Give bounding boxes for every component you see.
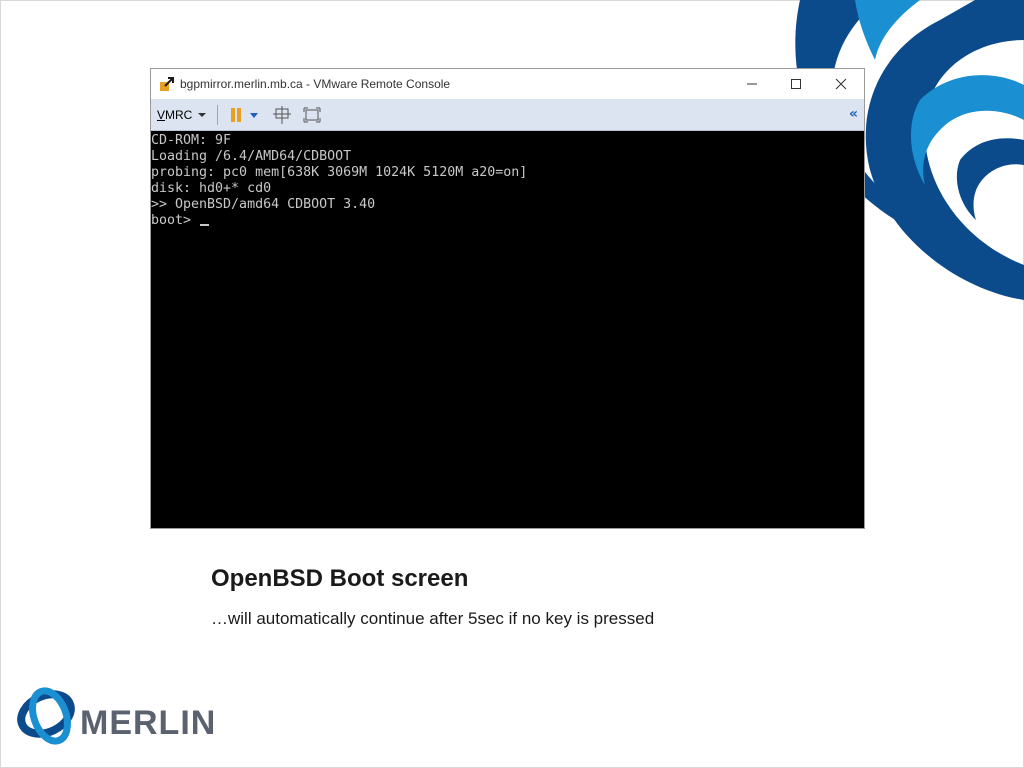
console-prompt-line: boot> xyxy=(151,213,210,229)
merlin-logo-text: MERLIN xyxy=(80,704,217,742)
vmrc-menu-label: MRC xyxy=(165,108,193,122)
vmrc-app-icon xyxy=(160,77,174,91)
console-line-5: >> OpenBSD/amd64 CDBOOT 3.40 xyxy=(151,197,376,212)
close-button[interactable] xyxy=(819,69,863,99)
maximize-button[interactable] xyxy=(774,69,818,99)
pause-icon[interactable] xyxy=(227,106,245,124)
minimize-button[interactable] xyxy=(730,69,774,99)
chevron-down-icon xyxy=(198,113,207,117)
close-icon xyxy=(835,78,847,90)
vmrc-menu-accelerator: V xyxy=(157,108,166,122)
vm-console[interactable]: CD-ROM: 9F Loading /6.4/AMD64/CDBOOT pro… xyxy=(151,131,864,528)
window-title: bgpmirror.merlin.mb.ca - VMware Remote C… xyxy=(180,77,451,91)
send-ctrl-alt-del-icon[interactable] xyxy=(273,106,291,124)
caption-title: OpenBSD Boot screen xyxy=(211,565,469,592)
slide: bgpmirror.merlin.mb.ca - VMware Remote C… xyxy=(0,0,1024,768)
window-titlebar[interactable]: bgpmirror.merlin.mb.ca - VMware Remote C… xyxy=(151,69,864,99)
maximize-icon xyxy=(791,79,801,89)
toolbar-separator xyxy=(217,105,218,125)
text-cursor xyxy=(200,224,210,226)
collapse-toolbar-icon[interactable]: « xyxy=(849,106,858,122)
caption-subtitle: …will automatically continue after 5sec … xyxy=(211,609,655,628)
power-dropdown-arrow-icon[interactable] xyxy=(248,106,260,124)
vmrc-window: bgpmirror.merlin.mb.ca - VMware Remote C… xyxy=(150,68,865,529)
vmrc-toolbar: V MRC « xyxy=(151,99,864,131)
console-line-3: probing: pc0 mem[638K 3069M 1024K 5120M … xyxy=(151,165,528,180)
minimize-icon xyxy=(747,83,757,85)
vmrc-menu-button[interactable]: V MRC xyxy=(157,105,208,125)
console-line-1: CD-ROM: 9F xyxy=(151,133,232,148)
console-line-4: disk: hd0+* cd0 xyxy=(151,181,272,196)
console-line-2: Loading /6.4/AMD64/CDBOOT xyxy=(151,149,352,164)
fullscreen-icon[interactable] xyxy=(303,106,321,124)
boot-prompt: boot> xyxy=(151,213,200,228)
